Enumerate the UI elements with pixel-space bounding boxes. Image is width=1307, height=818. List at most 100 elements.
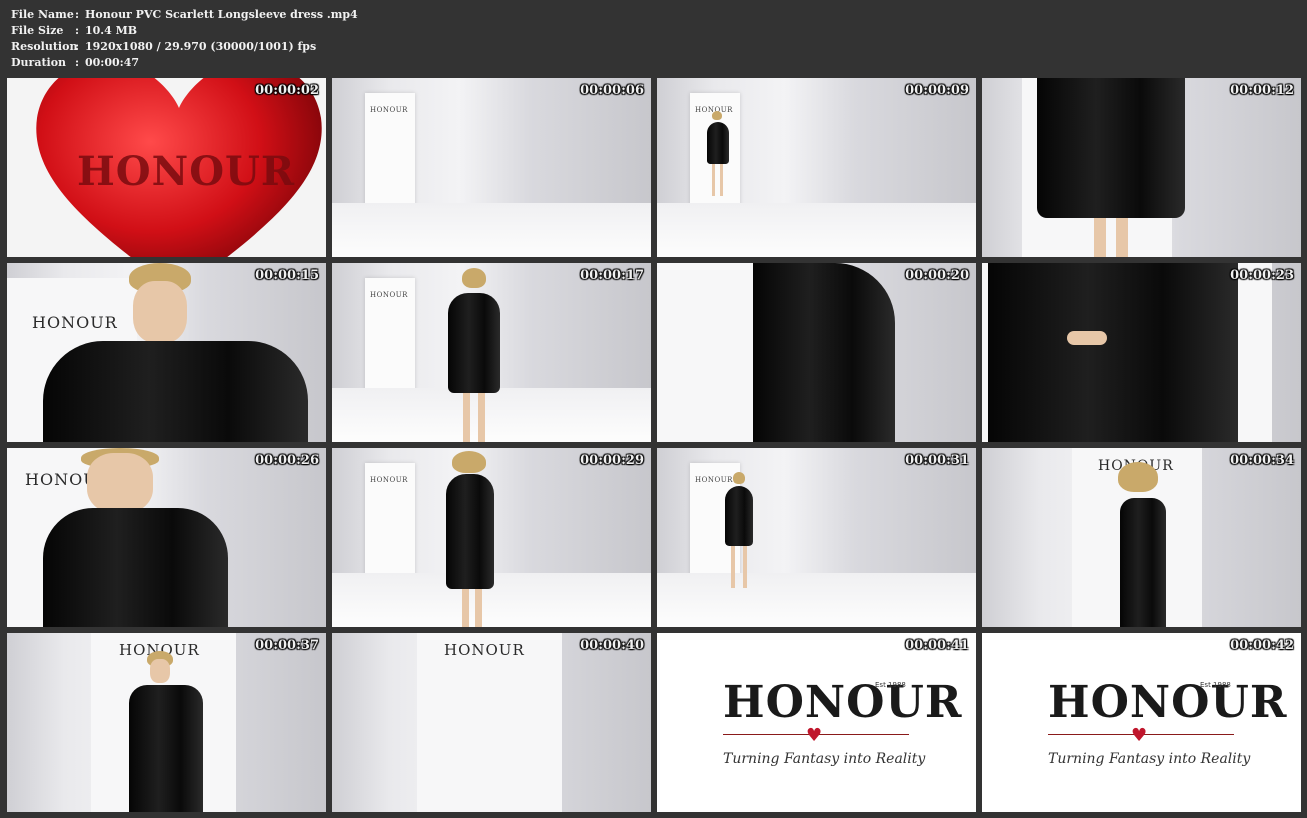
model-hair — [712, 111, 722, 120]
thumbnail[interactable]: HONOUR 00:00:31 — [657, 448, 976, 627]
model-hair — [1118, 462, 1158, 492]
tagline: Turning Fantasy into Reality — [1048, 751, 1251, 767]
room-floor — [332, 203, 651, 257]
thumbnail[interactable]: HONOUR 00:00:37 — [7, 633, 326, 812]
thumbnail[interactable]: HONOUR 00:00:26 — [7, 448, 326, 627]
thumbnail[interactable]: HONOUR 00:00:06 — [332, 78, 651, 257]
thumbnail-grid: HONOUR 00:00:02 HONOUR 00:00:06 HONOUR 0… — [7, 78, 1301, 812]
info-separator: : — [75, 56, 80, 69]
heart-icon: ♥ — [1131, 725, 1148, 746]
timestamp: 00:00:23 — [1230, 268, 1294, 283]
model-figure — [446, 474, 494, 589]
info-separator: : — [75, 8, 80, 21]
model-figure — [129, 685, 203, 812]
model-leg — [1116, 218, 1128, 257]
model-leg — [743, 546, 747, 588]
thumbnail[interactable]: 00:00:12 — [982, 78, 1301, 257]
model-leg — [463, 393, 470, 442]
file-info-panel: File Name : Honour PVC Scarlett Longslee… — [11, 7, 358, 71]
thumbnail[interactable]: HONOUR 00:00:17 — [332, 263, 651, 442]
thumbnail[interactable]: HONOUR 00:00:40 — [332, 633, 651, 812]
brand-text: HONOUR — [77, 148, 296, 195]
model-face — [133, 281, 187, 343]
model-figure — [988, 263, 1238, 442]
timestamp: 00:00:17 — [580, 268, 644, 283]
mini-logo: HONOUR — [370, 106, 408, 114]
info-row-file-size: File Size : 10.4 MB — [11, 23, 358, 39]
door — [417, 633, 562, 812]
mini-logo: HONOUR — [695, 476, 733, 484]
model-figure — [1037, 78, 1185, 218]
thumbnail[interactable]: HONOUR Est 1988 ♥ Turning Fantasy into R… — [657, 633, 976, 812]
model-figure — [707, 122, 729, 164]
timestamp: 00:00:29 — [580, 453, 644, 468]
info-value: 00:00:47 — [85, 56, 140, 69]
timestamp: 00:00:12 — [1230, 83, 1294, 98]
model-figure — [448, 293, 500, 393]
model-figure — [43, 341, 308, 442]
tagline: Turning Fantasy into Reality — [723, 751, 926, 767]
info-separator: : — [75, 24, 80, 37]
timestamp: 00:00:40 — [580, 638, 644, 653]
model-figure — [725, 486, 753, 546]
model-figure — [753, 263, 895, 442]
timestamp: 00:00:15 — [255, 268, 319, 283]
info-label: Resolution — [11, 40, 78, 53]
model-face — [87, 453, 153, 513]
mini-logo: HONOUR — [370, 476, 408, 484]
info-row-resolution: Resolution : 1920x1080 / 29.970 (30000/1… — [11, 39, 358, 55]
timestamp: 00:00:20 — [905, 268, 969, 283]
model-leg — [720, 164, 723, 196]
model-leg — [1094, 218, 1106, 257]
model-hair — [452, 451, 486, 473]
timestamp: 00:00:34 — [1230, 453, 1294, 468]
info-row-duration: Duration : 00:00:47 — [11, 55, 358, 71]
heart-icon: ♥ — [806, 725, 823, 746]
model-leg — [478, 393, 485, 442]
thumbnail[interactable]: HONOUR 00:00:15 — [7, 263, 326, 442]
thumbnail[interactable]: HONOUR Est 1988 ♥ Turning Fantasy into R… — [982, 633, 1301, 812]
honour-logo: HONOUR — [1048, 677, 1288, 728]
honour-logo: HONOUR — [723, 677, 963, 728]
model-hand — [1067, 331, 1107, 345]
model-leg — [462, 589, 469, 627]
info-row-file-name: File Name : Honour PVC Scarlett Longslee… — [11, 7, 358, 23]
model-hair — [733, 472, 745, 484]
model-figure — [43, 508, 228, 627]
timestamp: 00:00:42 — [1230, 638, 1294, 653]
thumbnail[interactable]: HONOUR 00:00:02 — [7, 78, 326, 257]
info-value: Honour PVC Scarlett Longsleeve dress .mp… — [85, 8, 358, 21]
model-leg — [712, 164, 715, 196]
timestamp: 00:00:06 — [580, 83, 644, 98]
info-value: 10.4 MB — [85, 24, 138, 37]
timestamp: 00:00:26 — [255, 453, 319, 468]
room-floor — [657, 203, 976, 257]
info-label: File Size — [11, 24, 64, 37]
est-text: Est 1988 — [1200, 681, 1231, 689]
timestamp: 00:00:09 — [905, 83, 969, 98]
room-floor — [657, 573, 976, 627]
thumbnail[interactable]: 00:00:20 — [657, 263, 976, 442]
info-separator: : — [75, 40, 80, 53]
thumbnail[interactable]: 00:00:23 — [982, 263, 1301, 442]
est-text: Est 1988 — [875, 681, 906, 689]
timestamp: 00:00:41 — [905, 638, 969, 653]
thumbnail[interactable]: HONOUR 00:00:09 — [657, 78, 976, 257]
model-hair — [462, 268, 486, 288]
model-face — [150, 659, 170, 683]
brand-text: HONOUR — [32, 313, 118, 332]
model-leg — [731, 546, 735, 588]
model-leg — [475, 589, 482, 627]
timestamp: 00:00:31 — [905, 453, 969, 468]
info-label: Duration — [11, 56, 67, 69]
room-floor — [332, 388, 651, 442]
model-figure — [1120, 498, 1166, 627]
mini-logo: HONOUR — [370, 291, 408, 299]
brand-text: HONOUR — [444, 641, 525, 659]
thumbnail[interactable]: HONOUR 00:00:34 — [982, 448, 1301, 627]
timestamp: 00:00:02 — [255, 83, 319, 98]
thumbnail[interactable]: HONOUR 00:00:29 — [332, 448, 651, 627]
info-label: File Name — [11, 8, 74, 21]
timestamp: 00:00:37 — [255, 638, 319, 653]
info-value: 1920x1080 / 29.970 (30000/1001) fps — [85, 40, 317, 53]
